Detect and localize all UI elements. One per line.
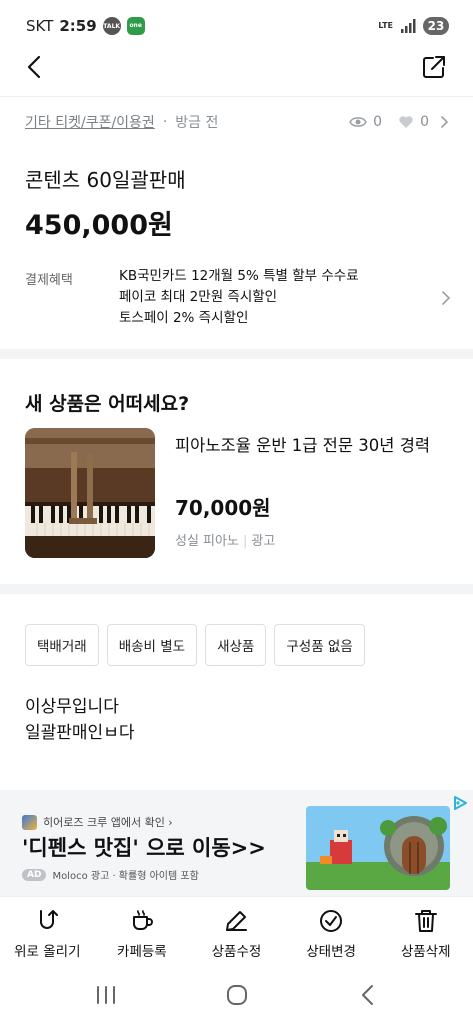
view-count: 0	[349, 114, 382, 130]
delete-product-label: 상품삭제	[400, 944, 451, 960]
bottom-action-bar: 위로 올리기 카페등록 상품수정 상태변경 상품삭제	[0, 896, 473, 966]
meta-row: 기타 티켓/쿠폰/이용권 · 방금 전 0 0	[25, 112, 449, 132]
recommended-ad-card[interactable]: 피아노조율 운반 1급 전문 30년 경력 70,000원 성실 피아노 | 광고	[25, 428, 453, 560]
edit-product-button[interactable]: 상품수정	[189, 897, 283, 966]
chevron-left-icon	[27, 55, 41, 79]
product-price: 450,000원	[25, 210, 173, 241]
battery-icon: 23	[423, 17, 449, 35]
share-icon	[423, 56, 445, 78]
ad-card-title: 피아노조율 운반 1급 전문 30년 경력	[175, 436, 431, 455]
top-nav	[0, 44, 473, 90]
recent-apps-icon	[96, 986, 115, 1004]
product-title: 콘텐츠 60일괄판매	[25, 168, 186, 192]
cafe-register-label: 카페등록	[117, 944, 167, 960]
tag-chip: 새상품	[205, 624, 267, 666]
share-button[interactable]	[419, 52, 449, 82]
chevron-right-icon[interactable]	[439, 115, 449, 129]
cafe-cup-icon	[132, 910, 153, 930]
ad-card-price: 70,000원	[175, 496, 271, 520]
ad-card-seller: 성실 피아노 | 광고	[175, 530, 275, 549]
banner-ad[interactable]: 히어로즈 크루 앱에서 확인 › '디펜스 맛집' 으로 이동>> AD Mol…	[0, 790, 473, 896]
lte-icon: LTE	[378, 21, 393, 30]
bump-up-icon	[40, 910, 59, 929]
banner-footer-text: Moloco 광고 · 확률형 아이템 포함	[52, 871, 199, 882]
product-description: 이상무입니다 일괄판매인ㅂ다	[25, 694, 134, 746]
status-right: LTE 23	[378, 17, 449, 35]
system-back-button[interactable]	[348, 975, 388, 1015]
category-link[interactable]: 기타 티켓/쿠폰/이용권	[25, 112, 155, 132]
recommend-section-title: 새 상품은 어떠세요?	[25, 393, 190, 415]
like-count-value: 0	[420, 114, 429, 130]
adchoices-icon[interactable]	[451, 794, 469, 812]
delete-product-button[interactable]: 상품삭제	[379, 897, 473, 966]
seller-name: 성실 피아노	[175, 534, 239, 549]
chevron-right-icon	[442, 291, 451, 305]
benefit-item: KB국민카드 12개월 5% 특별 할부 수수료	[119, 268, 359, 284]
system-nav-bar	[0, 966, 473, 1024]
status-left: SKT 2:59 TALK one	[26, 17, 145, 35]
payment-benefits[interactable]: 결제혜택 KB국민카드 12개월 5% 특별 할부 수수료 페이코 최대 2만원…	[25, 266, 451, 332]
description-line: 이상무입니다	[25, 697, 119, 717]
banner-source: 히어로즈 크루 앱에서 확인 ›	[22, 814, 173, 830]
bump-up-button[interactable]: 위로 올리기	[0, 897, 94, 966]
game-artwork	[306, 806, 450, 890]
recent-apps-button[interactable]	[86, 975, 126, 1015]
tag-chip: 구성품 없음	[274, 624, 365, 666]
tag-chip: 택배거래	[25, 624, 99, 666]
bump-up-label: 위로 올리기	[14, 944, 81, 960]
change-status-label: 상태변경	[306, 944, 356, 960]
cafe-register-button[interactable]: 카페등록	[95, 897, 189, 966]
pencil-icon	[226, 911, 248, 931]
banner-headline: '디펜스 맛집' 으로 이동>>	[22, 836, 266, 860]
section-divider	[0, 349, 473, 359]
header-divider	[0, 96, 473, 97]
meta-separator-dot: ·	[162, 114, 168, 130]
piano-thumbnail	[25, 428, 155, 558]
description-line: 일괄판매인ㅂ다	[25, 723, 135, 743]
talk-notification-icon: TALK	[102, 17, 121, 35]
carrier-label: SKT	[26, 17, 54, 35]
benefit-label: 결제혜택	[25, 273, 73, 288]
tag-list: 택배거래 배송비 별도 새상품 구성품 없음	[25, 624, 365, 666]
benefit-item: 페이코 최대 2만원 즉시할인	[119, 289, 278, 305]
home-icon	[226, 985, 247, 1005]
ad-label: 광고	[251, 534, 276, 549]
benefit-list: KB국민카드 12개월 5% 특별 할부 수수료 페이코 최대 2만원 즉시할인…	[119, 266, 359, 329]
tag-chip: 배송비 별도	[106, 624, 198, 666]
heart-icon	[399, 116, 413, 128]
game-app-icon	[22, 814, 37, 830]
eye-icon	[349, 117, 368, 127]
banner-footer: AD Moloco 광고 · 확률형 아이템 포함	[22, 867, 199, 882]
change-status-button[interactable]: 상태변경	[284, 897, 378, 966]
edit-product-label: 상품수정	[211, 944, 262, 960]
posted-time: 방금 전	[175, 115, 219, 131]
view-count-value: 0	[373, 114, 383, 130]
ad-badge: AD	[22, 868, 47, 881]
status-time: 2:59	[59, 17, 97, 35]
home-button[interactable]	[217, 975, 257, 1015]
meta-stats: 0 0	[339, 114, 449, 130]
trash-icon	[414, 910, 437, 932]
back-button[interactable]	[20, 52, 52, 82]
section-divider	[0, 584, 473, 594]
one-notification-icon: one	[126, 17, 145, 35]
banner-source-text: 히어로즈 크루 앱에서 확인 ›	[43, 816, 173, 829]
chevron-left-icon	[361, 985, 373, 1005]
seller-separator: |	[242, 534, 248, 549]
like-count[interactable]: 0	[398, 114, 429, 130]
benefit-item: 토스페이 2% 즉시할인	[119, 310, 249, 326]
check-circle-icon	[320, 910, 343, 932]
signal-icon	[401, 19, 416, 33]
